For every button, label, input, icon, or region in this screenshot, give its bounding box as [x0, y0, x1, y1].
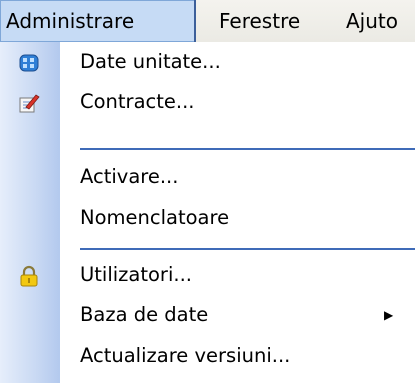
menu-ajutor[interactable]: Ajuto	[346, 0, 398, 42]
menu-item-date-unitate[interactable]: Date unitate...	[0, 42, 415, 82]
document-edit-icon	[19, 94, 40, 113]
menu-item-label: Date unitate...	[80, 50, 221, 73]
menu-item-nomenclatoare[interactable]: Nomenclatoare	[0, 198, 415, 238]
menu-item-label: Activare...	[80, 165, 179, 188]
menu-item-label: Baza de date	[80, 303, 209, 326]
menu-separator	[80, 148, 415, 150]
menu-separator	[80, 248, 415, 250]
menu-item-utilizatori[interactable]: Utilizatori...	[0, 255, 415, 295]
menu-administrare[interactable]: Administrare	[0, 0, 196, 42]
submenu-arrow-icon: ▶	[384, 308, 394, 322]
menu-item-baza-de-date[interactable]: Baza de date ▶	[0, 295, 415, 335]
menu-item-label: Nomenclatoare	[80, 206, 230, 229]
menu-ferestre[interactable]: Ferestre	[219, 0, 300, 42]
administrare-dropdown: Date unitate... Contracte... Activare...…	[0, 42, 415, 383]
menu-item-contracte[interactable]: Contracte...	[0, 82, 415, 122]
menu-item-label: Utilizatori...	[80, 263, 192, 286]
menu-item-actualizare-versiuni[interactable]: Actualizare versiuni...	[0, 336, 415, 376]
menu-item-activare[interactable]: Activare...	[0, 157, 415, 197]
menu-bar: Administrare Ferestre Ajuto	[0, 0, 415, 42]
menu-item-label: Contracte...	[80, 90, 195, 113]
menu-item-label: Actualizare versiuni...	[80, 344, 291, 367]
lock-icon	[20, 265, 38, 287]
building-icon	[19, 54, 39, 72]
